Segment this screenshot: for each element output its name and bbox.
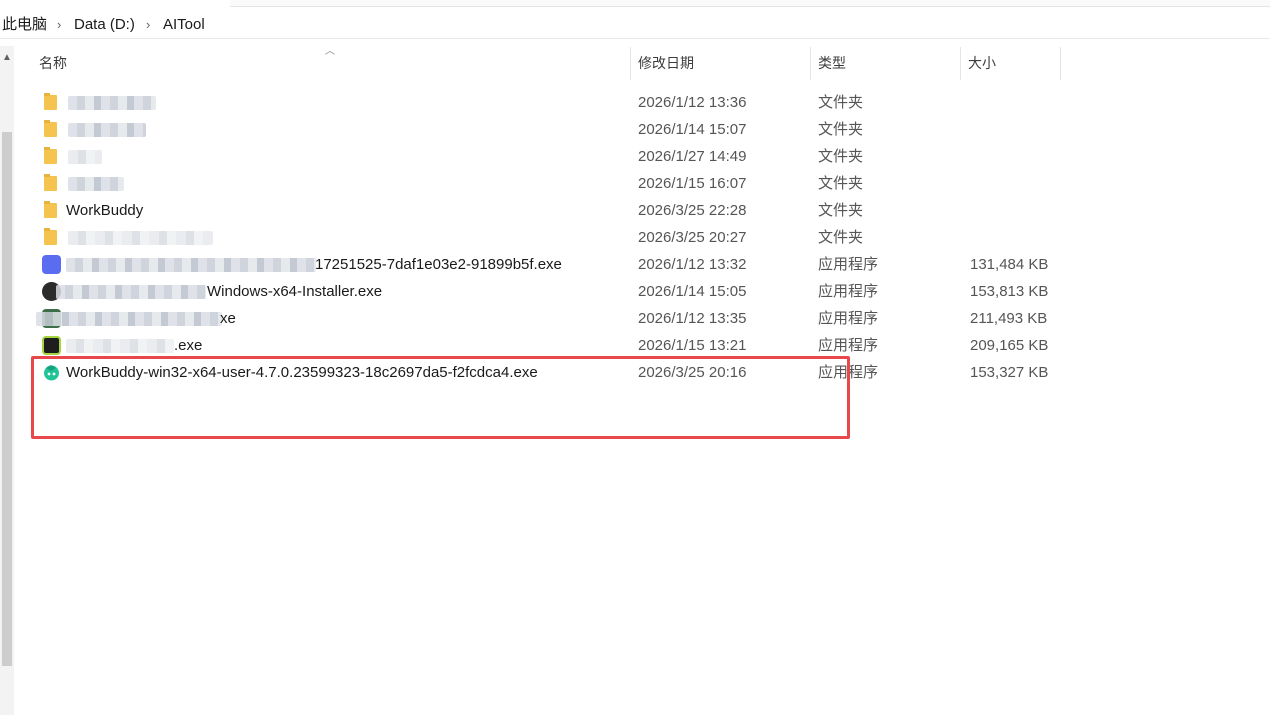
breadcrumb-this-pc[interactable]: 此电脑 (2, 16, 47, 34)
chevron-right-icon[interactable]: › (146, 16, 150, 34)
sort-up-icon: ︿ (325, 46, 335, 57)
column-header-size[interactable]: 大小 (968, 47, 996, 79)
file-date: 2026/1/14 15:05 (638, 283, 747, 300)
breadcrumb-drive[interactable]: Data (D:) (74, 16, 135, 34)
folder-icon (44, 120, 57, 137)
blurred-filename (36, 312, 222, 326)
column-divider[interactable] (630, 47, 631, 80)
file-type: 文件夹 (818, 175, 864, 192)
file-date: 2026/1/15 13:21 (638, 337, 747, 354)
blurred-filename (68, 231, 213, 245)
file-type: 应用程序 (818, 283, 879, 300)
blurred-filename (56, 285, 206, 299)
file-size: 153,327 KB (970, 364, 1049, 381)
folder-icon (44, 201, 57, 218)
scroll-up-arrow-icon[interactable]: ▲ (2, 52, 12, 63)
blurred-filename (68, 150, 102, 164)
file-name: 17251525-7daf1e03e2-91899b5f.exe (315, 256, 562, 273)
file-type: 文件夹 (818, 94, 864, 111)
blurred-filename (68, 123, 146, 137)
file-date: 2026/1/12 13:35 (638, 310, 747, 327)
column-divider[interactable] (810, 47, 811, 80)
file-date: 2026/1/15 16:07 (638, 175, 747, 192)
file-size: 131,484 KB (970, 256, 1049, 273)
column-divider[interactable] (960, 47, 961, 80)
table-row[interactable]: 2026/1/27 14:49 文件夹 (30, 143, 1070, 170)
table-row[interactable]: Windows-x64-Installer.exe 2026/1/14 15:0… (30, 278, 1070, 305)
folder-icon (44, 228, 57, 245)
file-size: 211,493 KB (970, 310, 1048, 327)
file-date: 2026/1/14 15:07 (638, 121, 747, 138)
app-icon (42, 255, 61, 274)
column-divider[interactable] (1060, 47, 1061, 80)
file-date: 2026/1/12 13:36 (638, 94, 747, 111)
table-row[interactable]: 2026/3/25 20:27 文件夹 (30, 224, 1070, 251)
column-header-date[interactable]: 修改日期 (638, 47, 694, 79)
vertical-scrollbar[interactable]: ▲ (0, 46, 14, 715)
file-type: 文件夹 (818, 202, 864, 219)
app-icon (42, 336, 61, 355)
top-strip (0, 0, 1270, 8)
file-name: WorkBuddy (66, 202, 144, 219)
folder-icon (44, 93, 57, 110)
file-type: 应用程序 (818, 256, 879, 273)
folder-icon (44, 147, 57, 164)
folder-icon (44, 174, 57, 191)
table-row[interactable]: 17251525-7daf1e03e2-91899b5f.exe 2026/1/… (30, 251, 1070, 278)
table-row[interactable]: 2026/1/12 13:36 文件夹 (30, 89, 1070, 116)
file-date: 2026/3/25 22:28 (638, 202, 747, 219)
table-row[interactable]: .exe 2026/1/15 13:21 应用程序 209,165 KB (30, 332, 1070, 359)
blurred-filename (68, 96, 156, 110)
highlight-box (31, 356, 850, 439)
file-date: 2026/1/12 13:32 (638, 256, 747, 273)
file-type: 文件夹 (818, 148, 864, 165)
file-type: 应用程序 (818, 310, 879, 327)
file-name: Windows-x64-Installer.exe (207, 283, 383, 300)
scrollbar-thumb[interactable] (2, 132, 12, 666)
file-type: 文件夹 (818, 121, 864, 138)
breadcrumb-folder[interactable]: AITool (163, 16, 205, 34)
file-size: 153,813 KB (970, 283, 1049, 300)
file-name: xe (220, 310, 236, 327)
table-row[interactable]: 2026/1/14 15:07 文件夹 (30, 116, 1070, 143)
file-size: 209,165 KB (970, 337, 1049, 354)
chevron-right-icon[interactable]: › (57, 16, 61, 34)
table-row[interactable]: 2026/1/15 16:07 文件夹 (30, 170, 1070, 197)
file-date: 2026/1/27 14:49 (638, 148, 747, 165)
file-name: .exe (174, 337, 203, 354)
file-date: 2026/3/25 20:27 (638, 229, 747, 246)
column-header-type[interactable]: 类型 (818, 47, 846, 79)
blurred-filename (68, 177, 124, 191)
table-row[interactable]: xe 2026/1/12 13:35 应用程序 211,493 KB (30, 305, 1070, 332)
table-row[interactable]: WorkBuddy 2026/3/25 22:28 文件夹 (30, 197, 1070, 224)
column-header-name[interactable]: 名称 (39, 47, 67, 79)
blurred-filename (66, 339, 174, 353)
file-type: 应用程序 (818, 337, 879, 354)
file-type: 文件夹 (818, 229, 864, 246)
blurred-filename (66, 258, 316, 272)
